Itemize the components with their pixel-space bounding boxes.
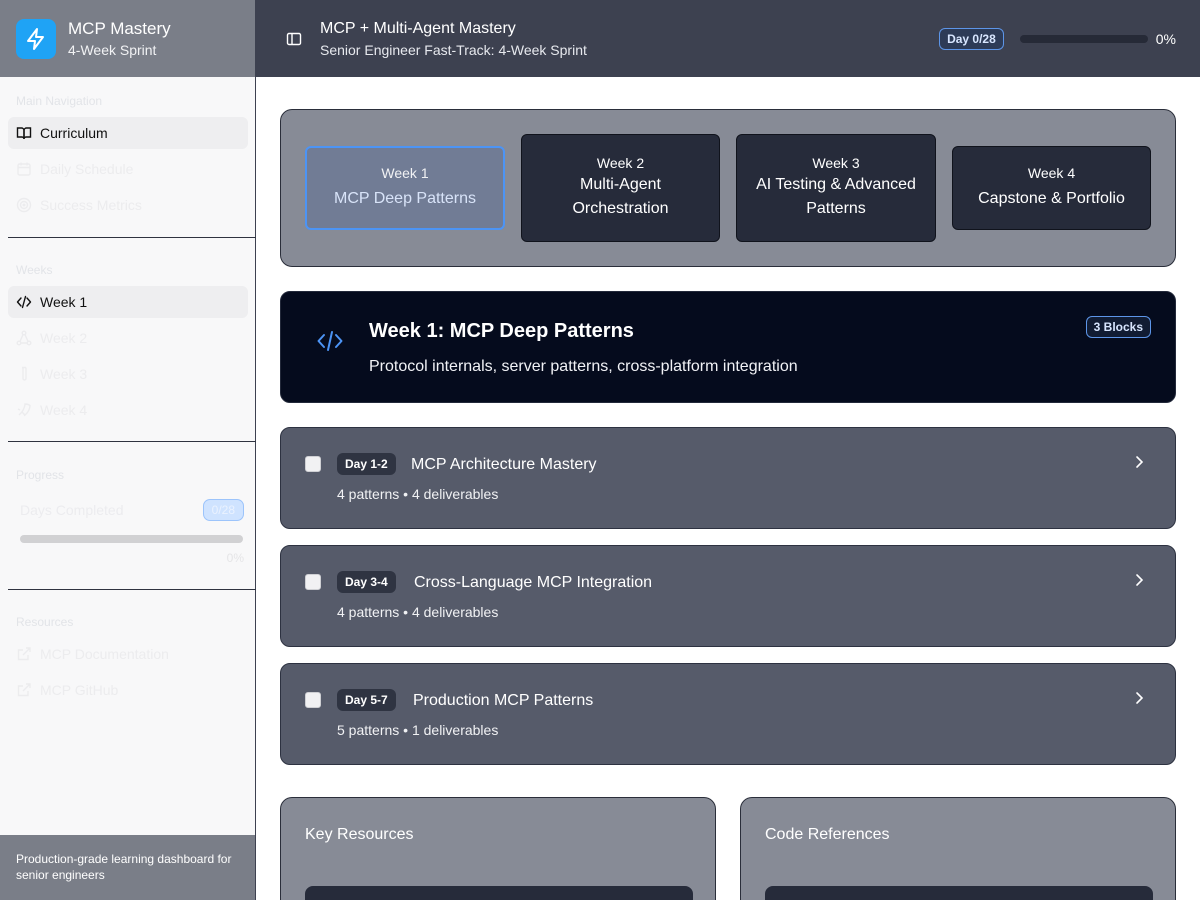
tab-week-name: MCP Deep Patterns [334, 190, 476, 207]
main-navigation: Main Navigation Curriculum Daily Schedul… [8, 93, 248, 221]
code-reference-item[interactable] [765, 886, 1153, 900]
tab-week-2[interactable]: Week 2 Multi-Agent Orchestration [521, 134, 720, 242]
sidebar-item-label: Week 4 [40, 402, 88, 418]
week-subtitle: Protocol internals, server patterns, cro… [369, 358, 798, 375]
sidebar: MCP Mastery 4-Week Sprint Main Navigatio… [0, 0, 256, 900]
day-range-badge: Day 5-7 [337, 689, 396, 711]
day-block-card[interactable]: Day 5-7 Production MCP Patterns 5 patter… [280, 663, 1176, 765]
sidebar-progress-percent: 0% [226, 551, 244, 565]
target-icon [16, 197, 32, 213]
day-block-title: MCP Architecture Mastery [411, 456, 597, 473]
sidebar-item-week-1[interactable]: Week 1 [8, 286, 248, 318]
link-mcp-documentation[interactable]: MCP Documentation [8, 638, 248, 670]
progress-section: Progress Days Completed 0/28 0% [8, 467, 248, 565]
day-counter-badge: Day 0/28 [939, 27, 1004, 50]
completion-checkbox[interactable] [305, 456, 321, 472]
days-completed-badge: 0/28 [202, 499, 244, 521]
panel-title: Key Resources [305, 826, 414, 843]
day-block-meta: 4 patterns • 4 deliverables [337, 486, 499, 502]
sidebar-progress-bar [20, 535, 243, 543]
tab-week-3[interactable]: Week 3 AI Testing & Advanced Patterns [736, 134, 936, 242]
tab-week-label: Week 2 [596, 155, 645, 171]
completion-checkbox[interactable] [305, 692, 321, 708]
day-block-title: Production MCP Patterns [413, 692, 594, 709]
sidebar-item-label: Week 3 [40, 366, 88, 382]
tab-week-name: AI Testing & Advanced Patterns [756, 176, 916, 217]
sidebar-item-label: Success Metrics [40, 197, 142, 213]
external-link-icon [16, 646, 32, 662]
app-subtitle: 4-Week Sprint [68, 42, 157, 58]
tab-week-name: Capstone & Portfolio [978, 190, 1125, 207]
external-link-icon [16, 682, 32, 698]
header-progress-bar [1019, 34, 1148, 43]
tab-week-label: Week 3 [812, 155, 860, 171]
blocks-count-badge: 3 Blocks [1085, 316, 1151, 338]
sidebar-item-success-metrics[interactable]: Success Metrics [8, 189, 248, 221]
link-label: MCP GitHub [40, 682, 119, 698]
week-title: Week 1: MCP Deep Patterns [369, 320, 634, 342]
calendar-icon [16, 161, 32, 177]
sidebar-item-label: Curriculum [40, 125, 108, 141]
group-label: Weeks [16, 263, 53, 277]
sidebar-item-curriculum[interactable]: Curriculum [8, 117, 248, 149]
sidebar-item-label: Week 1 [40, 294, 88, 310]
day-block-title: Cross-Language MCP Integration [414, 574, 653, 591]
chevron-right-icon[interactable] [1131, 690, 1147, 711]
sidebar-toggle-icon[interactable] [286, 31, 302, 47]
top-header: MCP + Multi-Agent Mastery Senior Enginee… [256, 0, 1200, 77]
page-title: MCP + Multi-Agent Mastery [320, 19, 516, 37]
flask-icon [16, 366, 32, 382]
days-completed-label: Days Completed [20, 502, 124, 518]
tab-week-1[interactable]: Week 1 MCP Deep Patterns [305, 146, 505, 230]
sidebar-item-week-4[interactable]: Week 4 [8, 394, 248, 426]
panel-title: Code References [765, 826, 890, 843]
day-block-meta: 4 patterns • 4 deliverables [337, 604, 499, 620]
code-icon [317, 330, 343, 357]
sidebar-item-label: Week 2 [40, 330, 88, 346]
network-icon [16, 330, 32, 346]
tab-week-label: Week 4 [1027, 165, 1076, 181]
app-title: MCP Mastery [68, 19, 171, 38]
book-icon [16, 125, 32, 141]
sidebar-item-week-2[interactable]: Week 2 [8, 322, 248, 354]
resources-section: Resources MCP Documentation MCP GitHub [8, 614, 248, 706]
group-label: Main Navigation [16, 94, 103, 108]
chevron-right-icon[interactable] [1131, 572, 1147, 593]
day-block-meta: 5 patterns • 1 deliverables [337, 722, 499, 738]
sidebar-item-label: Daily Schedule [40, 161, 134, 177]
day-block-card[interactable]: Day 1-2 MCP Architecture Mastery 4 patte… [280, 427, 1176, 529]
week-overview-card: Week 1: MCP Deep Patterns Protocol inter… [280, 291, 1176, 403]
resource-item[interactable] [305, 886, 693, 900]
link-label: MCP Documentation [40, 646, 169, 662]
tab-week-4[interactable]: Week 4 Capstone & Portfolio [952, 146, 1151, 230]
completion-checkbox[interactable] [305, 574, 321, 590]
day-range-badge: Day 3-4 [337, 571, 396, 593]
page-subtitle: Senior Engineer Fast-Track: 4-Week Sprin… [320, 41, 587, 58]
code-icon [16, 294, 32, 310]
day-block-card[interactable]: Day 3-4 Cross-Language MCP Integration 4… [280, 545, 1176, 647]
key-resources-panel: Key Resources [280, 797, 716, 900]
divider [8, 589, 256, 590]
chevron-right-icon[interactable] [1131, 454, 1147, 475]
tab-week-name: Multi-Agent Orchestration [572, 176, 669, 217]
sidebar-footer: Production-grade learning dashboard for … [0, 835, 255, 900]
link-mcp-github[interactable]: MCP GitHub [8, 674, 248, 706]
rocket-icon [16, 402, 32, 418]
divider [8, 441, 256, 442]
week-tabs: Week 1 MCP Deep Patterns Week 2 Multi-Ag… [280, 109, 1176, 267]
weeks-navigation: Weeks Week 1 Week 2 Week 3 Week 4 [8, 262, 248, 426]
main-content: Week 1 MCP Deep Patterns Week 2 Multi-Ag… [256, 77, 1200, 900]
header-progress-percent: 0% [1155, 30, 1176, 47]
sidebar-item-daily-schedule[interactable]: Daily Schedule [8, 153, 248, 185]
divider [8, 237, 256, 238]
tab-week-label: Week 1 [381, 165, 429, 181]
group-label: Resources [16, 615, 74, 629]
sidebar-item-week-3[interactable]: Week 3 [8, 358, 248, 390]
sidebar-header: MCP Mastery 4-Week Sprint [0, 0, 255, 77]
day-range-badge: Day 1-2 [337, 453, 396, 475]
code-references-panel: Code References [740, 797, 1176, 900]
lightning-icon [16, 18, 56, 59]
group-label: Progress [16, 468, 65, 482]
